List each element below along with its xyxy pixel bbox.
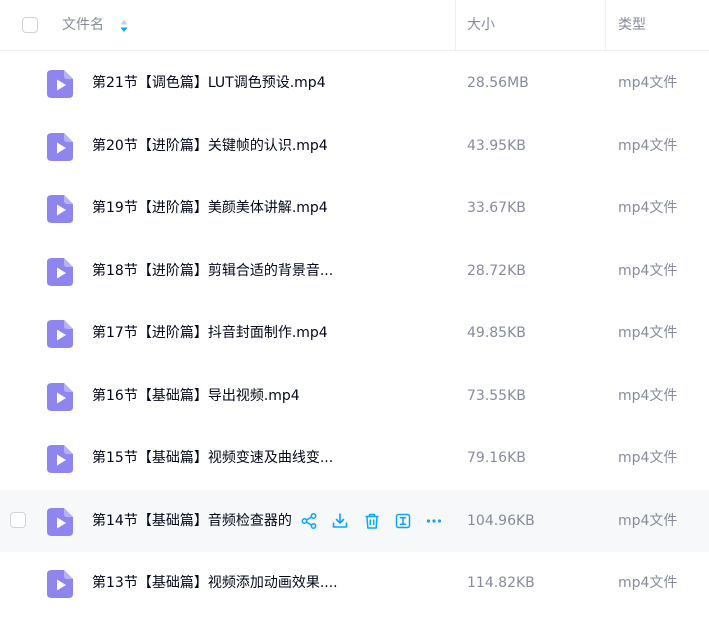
delete-icon[interactable] <box>360 509 384 533</box>
table-row[interactable]: 第13节【基础篇】视频添加动画效果.... 114.82KB mp4文件 <box>0 552 709 614</box>
table-row[interactable]: 第17节【进阶篇】抖音封面制作.mp4 49.85KB mp4文件 <box>0 302 709 364</box>
file-type: mp4文件 <box>618 325 678 341</box>
video-file-icon <box>47 195 73 223</box>
file-list-table: 文件名 大小 类型 第21节【调色篇】LUT调色预设.mp4 28.56MB mp4… <box>0 0 709 631</box>
table-row[interactable]: 第18节【进阶篇】剪辑合适的背景音... 28.72KB mp4文件 <box>0 240 709 302</box>
file-size: 73.55KB <box>467 387 526 404</box>
rename-icon[interactable] <box>391 509 415 533</box>
file-type: mp4文件 <box>618 512 678 529</box>
video-file-icon <box>47 70 73 98</box>
file-type: mp4文件 <box>618 200 678 216</box>
table-header: 文件名 大小 类型 <box>0 0 709 51</box>
download-icon[interactable] <box>328 509 352 533</box>
column-header-name[interactable]: 文件名 <box>62 0 104 51</box>
table-row[interactable]: 第16节【基础篇】导出视频.mp4 73.55KB mp4文件 <box>0 365 709 427</box>
file-name[interactable]: 第20节【进阶篇】关键帧的认识.mp4 <box>92 115 328 177</box>
column-divider[interactable] <box>605 0 606 51</box>
file-size: 79.16KB <box>467 450 526 466</box>
file-size: 49.85KB <box>467 325 526 341</box>
file-name[interactable]: 第14节【基础篇】音频检查器的使用.mp4 <box>92 490 292 552</box>
sort-icon[interactable] <box>119 18 129 34</box>
file-type: mp4文件 <box>618 450 678 466</box>
file-type: mp4文件 <box>618 575 678 591</box>
file-type: mp4文件 <box>618 137 678 154</box>
file-size: 28.72KB <box>467 262 526 279</box>
select-all-checkbox[interactable] <box>22 17 38 33</box>
file-name[interactable]: 第21节【调色篇】LUT调色预设.mp4 <box>92 52 326 114</box>
file-size: 114.82KB <box>467 575 535 591</box>
table-row[interactable]: 第15节【基础篇】视频变速及曲线变... 79.16KB mp4文件 <box>0 427 709 489</box>
video-file-icon <box>47 132 73 161</box>
table-row[interactable]: 第21节【调色篇】LUT调色预设.mp4 28.56MB mp4文件 <box>0 52 709 114</box>
file-name[interactable]: 第16节【基础篇】导出视频.mp4 <box>92 365 300 427</box>
share-icon[interactable] <box>297 509 321 533</box>
column-divider[interactable] <box>455 0 456 51</box>
video-file-icon <box>47 507 73 536</box>
file-name[interactable]: 第13节【基础篇】视频添加动画效果.... <box>92 552 338 614</box>
file-type: mp4文件 <box>618 262 678 279</box>
file-size: 28.56MB <box>467 75 529 91</box>
column-header-type[interactable]: 类型 <box>618 0 646 51</box>
file-size: 104.96KB <box>467 512 535 529</box>
video-file-icon <box>47 257 73 286</box>
column-header-size[interactable]: 大小 <box>467 0 495 51</box>
file-type: mp4文件 <box>618 75 678 91</box>
video-file-icon <box>47 445 73 473</box>
table-row[interactable]: 第14节【基础篇】音频检查器的使用.mp4 104.96KB mp4文件 <box>0 489 709 552</box>
video-file-icon <box>47 382 73 411</box>
file-size: 33.67KB <box>467 200 526 216</box>
file-name[interactable]: 第18节【进阶篇】剪辑合适的背景音... <box>92 240 333 302</box>
video-file-icon <box>47 570 73 598</box>
table-row[interactable]: 第20节【进阶篇】关键帧的认识.mp4 43.95KB mp4文件 <box>0 115 709 177</box>
table-row[interactable]: 第19节【进阶篇】美颜美体讲解.mp4 33.67KB mp4文件 <box>0 177 709 239</box>
file-size: 43.95KB <box>467 137 526 154</box>
file-name[interactable]: 第17节【进阶篇】抖音封面制作.mp4 <box>92 302 328 364</box>
video-file-icon <box>47 320 73 348</box>
row-checkbox[interactable] <box>10 511 26 528</box>
more-icon[interactable] <box>422 509 446 533</box>
file-type: mp4文件 <box>618 387 678 404</box>
file-name[interactable]: 第15节【基础篇】视频变速及曲线变... <box>92 427 333 489</box>
file-name[interactable]: 第19节【进阶篇】美颜美体讲解.mp4 <box>92 177 328 239</box>
